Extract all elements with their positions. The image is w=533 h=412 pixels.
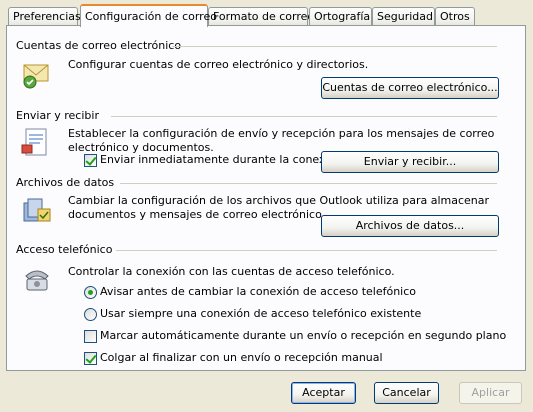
dialup-description: Controlar la conexión con las cuentas de… (68, 265, 395, 278)
data-files-icon (20, 193, 54, 227)
send-immediately-label[interactable]: Enviar inmediatamente durante la conexió… (100, 153, 342, 167)
accounts-description: Configurar cuentas de correo electrónico… (68, 58, 369, 71)
section-title-dialup: Acceso telefónico (16, 243, 113, 256)
tab-formato-de-correo[interactable]: Formato de correo (208, 7, 314, 26)
data-files-button[interactable]: Archivos de datos... (321, 215, 499, 237)
section-divider (172, 46, 497, 47)
auto-dial-checkbox[interactable] (84, 330, 97, 343)
section-title-send-receive: Enviar y recibir (16, 109, 99, 122)
hang-up-checkbox[interactable] (84, 352, 97, 365)
warn-before-switch-label[interactable]: Avisar antes de cambiar la conexión de a… (100, 285, 416, 299)
always-use-existing-label[interactable]: Usar siempre una conexión de acceso tele… (100, 307, 421, 321)
send-immediately-checkbox[interactable] (84, 154, 97, 167)
mail-accounts-icon (20, 57, 54, 91)
section-title-accounts: Cuentas de correo electrónico (16, 39, 182, 52)
tab-panel: Cuentas de correo electrónico Configurar… (6, 25, 526, 371)
tab-otros[interactable]: Otros (435, 7, 475, 26)
apply-button[interactable]: Aplicar (459, 382, 522, 404)
tab-ortografia[interactable]: Ortografía (309, 7, 372, 26)
tab-bar: Preferencias Configuración de correo For… (8, 4, 528, 27)
section-title-data-files: Archivos de datos (16, 176, 115, 189)
send-receive-button[interactable]: Enviar y recibir... (321, 151, 499, 173)
tab-configuracion-de-correo[interactable]: Configuración de correo (80, 4, 217, 27)
cancel-button[interactable]: Cancelar (374, 382, 439, 404)
warn-before-switch-radio[interactable] (84, 286, 97, 299)
email-accounts-button[interactable]: Cuentas de correo electrónico... (321, 77, 499, 99)
auto-dial-label[interactable]: Marcar automáticamente durante un envío … (100, 329, 506, 343)
always-use-existing-radio[interactable] (84, 308, 97, 321)
send-receive-icon (20, 125, 54, 159)
tab-preferencias[interactable]: Preferencias (8, 7, 81, 26)
ok-button[interactable]: Aceptar (291, 382, 356, 404)
telephone-icon (20, 262, 54, 296)
tab-seguridad[interactable]: Seguridad (372, 7, 435, 26)
section-divider (116, 250, 497, 251)
section-divider (120, 183, 497, 184)
section-divider (111, 116, 497, 117)
hang-up-label[interactable]: Colgar al finalizar con un envío o recep… (100, 351, 383, 365)
